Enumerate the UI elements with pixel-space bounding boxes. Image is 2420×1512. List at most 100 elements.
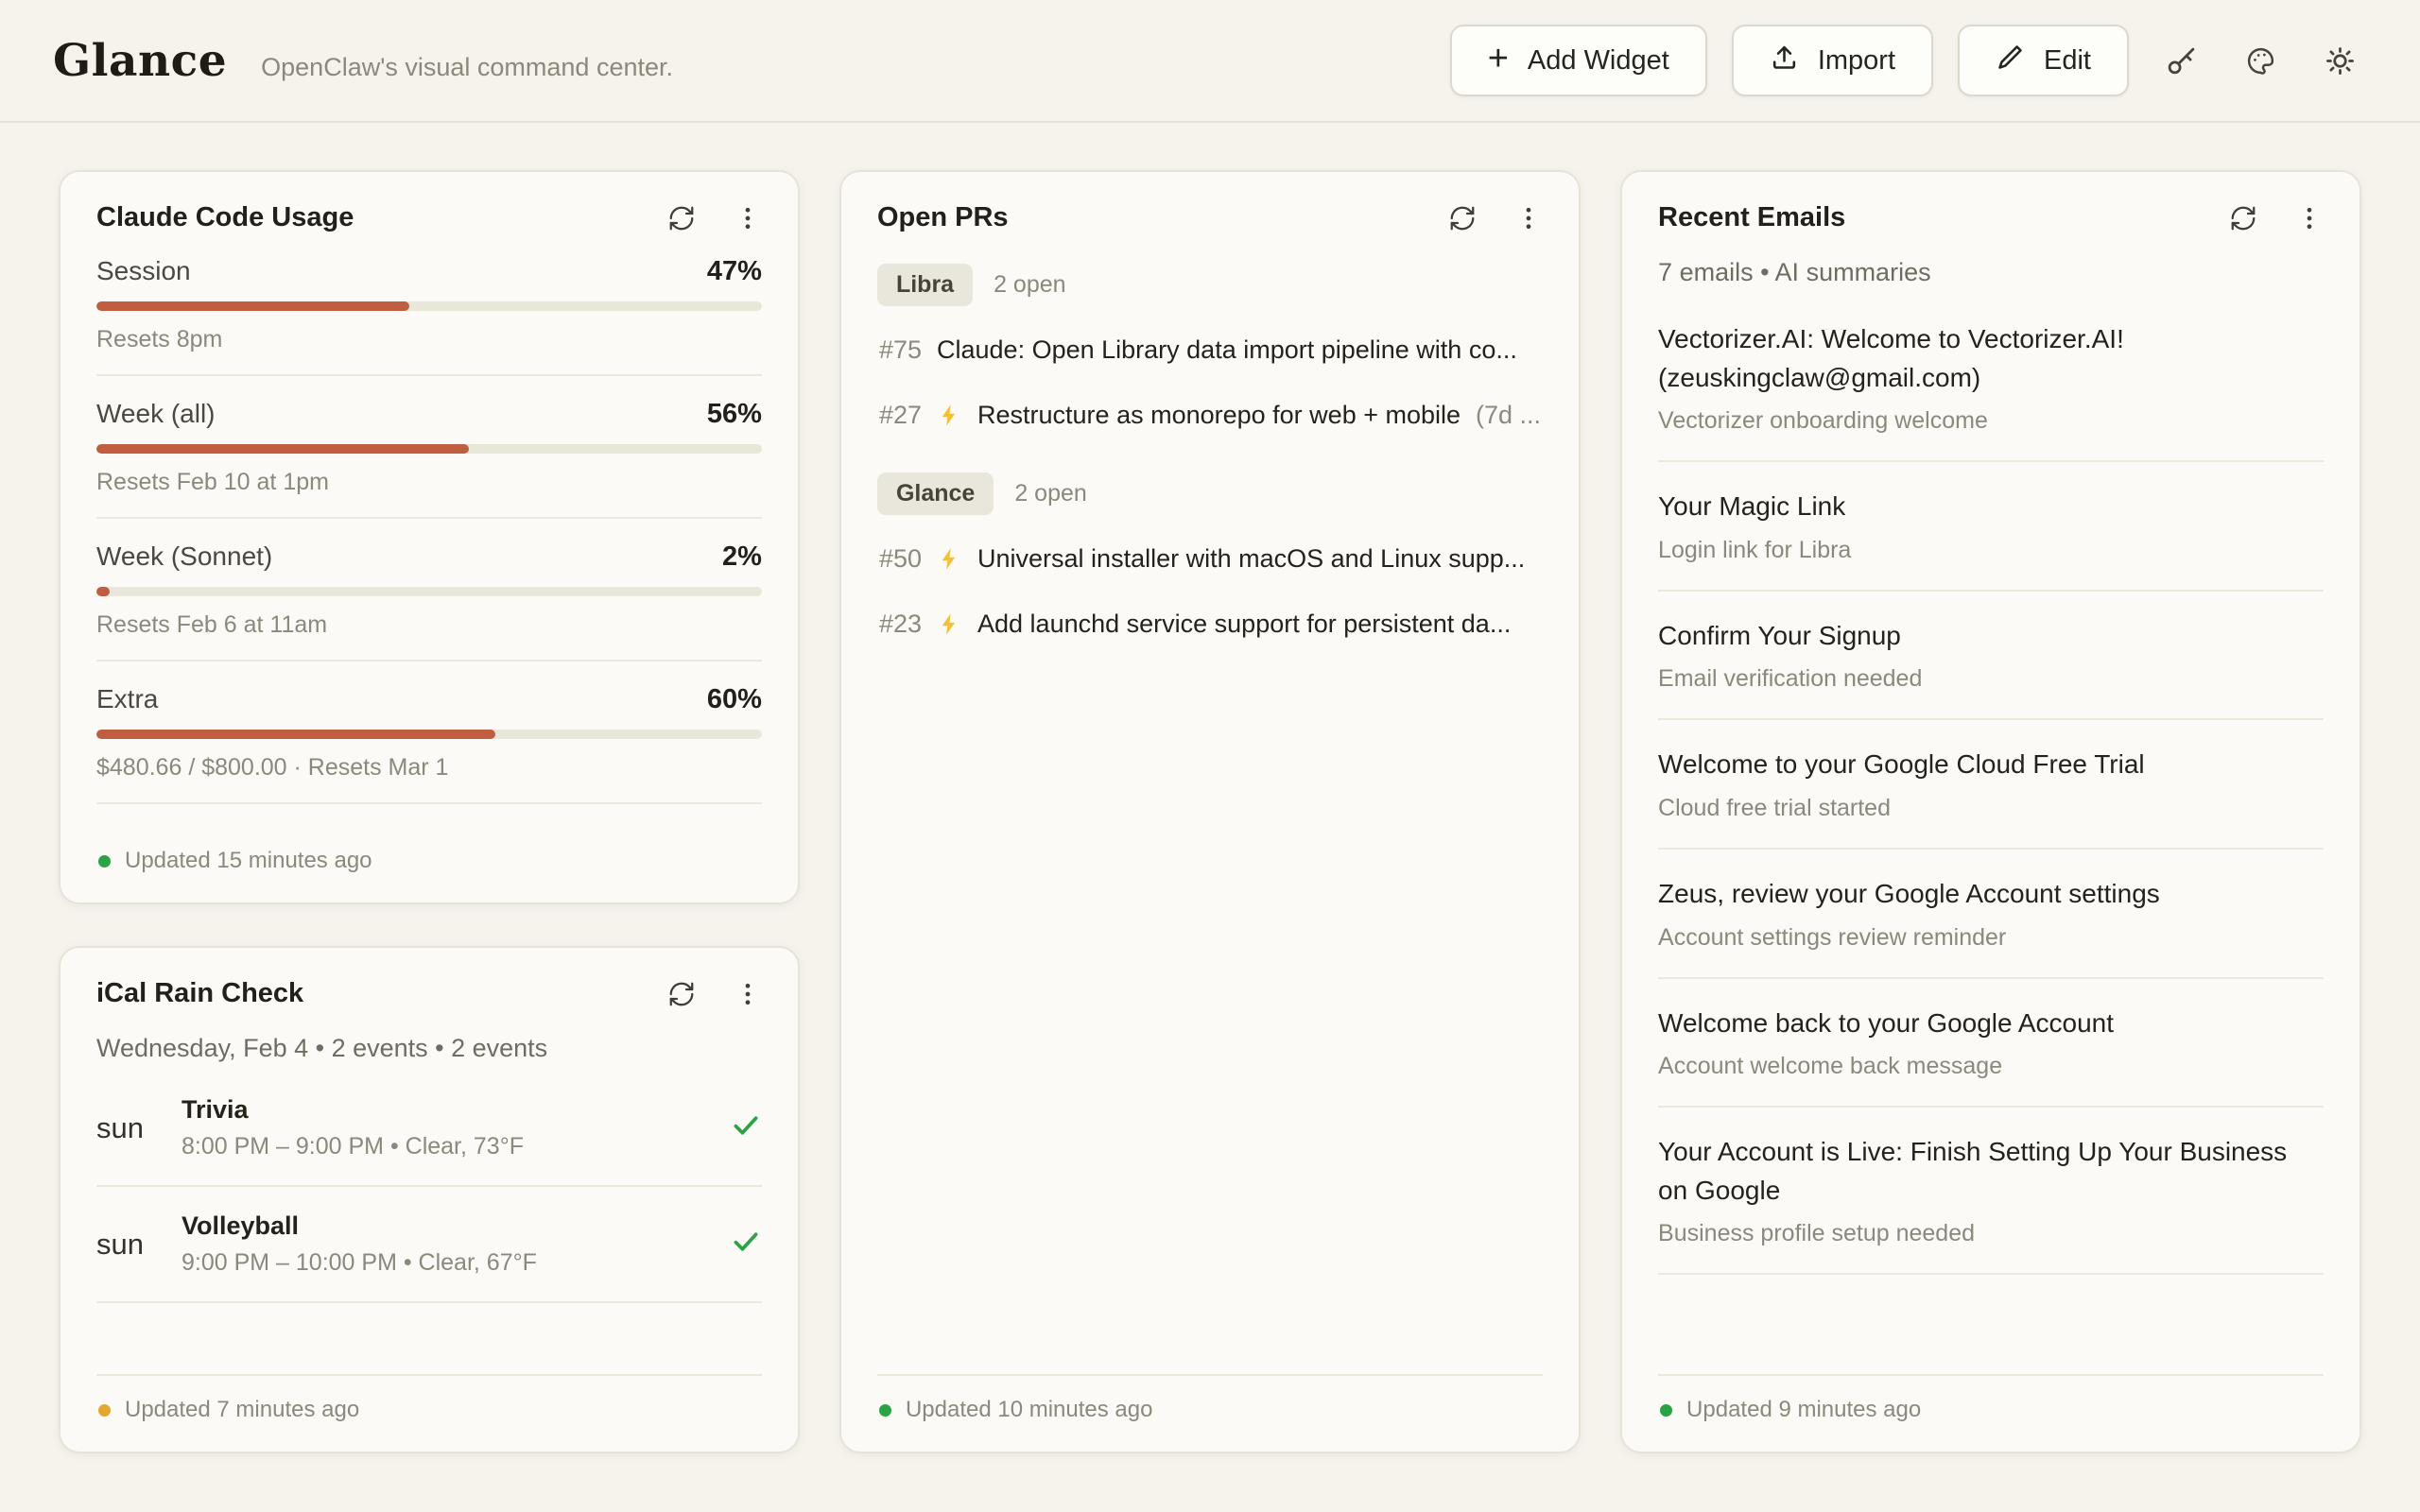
column-1: Claude Code Usage Session 47% Resets 8pm [59,170,800,1453]
refresh-icon[interactable] [667,204,696,232]
key-icon[interactable] [2153,33,2208,88]
event-day: sun [96,1228,182,1262]
event-row: sun Trivia 8:00 PM – 9:00 PM • Clear, 73… [96,1071,762,1187]
kebab-menu-icon[interactable] [2295,204,2324,232]
pr-title: Add launchd service support for persiste… [977,610,1511,639]
add-widget-button[interactable]: + Add Widget [1450,25,1707,96]
repo-badge: Libra [877,264,973,306]
event-detail: 9:00 PM – 10:00 PM • Clear, 67°F [182,1249,537,1277]
pr-count: 2 open [1014,480,1086,507]
refresh-icon[interactable] [2229,204,2257,232]
brand: Glance OpenClaw's visual command center. [53,35,673,87]
widget-ical-rain-check: iCal Rain Check Wednesday, Feb 4 • 2 eve… [59,946,800,1453]
widget-open-prs: Open PRs Libra 2 open #75 Claude: Open L… [839,170,1581,1453]
usage-note: Resets Feb 10 at 1pm [96,469,762,496]
email-title: Your Magic Link [1658,488,2324,526]
pr-row[interactable]: #50 Universal installer with macOS and L… [877,526,1543,592]
pr-number: #50 [879,544,922,574]
email-summary: Login link for Libra [1658,537,2324,564]
edit-button[interactable]: Edit [1958,25,2129,96]
app-logo: Glance [53,35,227,87]
progress-bar [96,444,762,454]
upload-icon [1770,43,1799,79]
pr-row[interactable]: #75 Claude: Open Library data import pip… [877,318,1543,383]
pr-age: (7d ... [1476,401,1541,430]
email-item[interactable]: Zeus, review your Google Account setting… [1658,850,2324,979]
email-item[interactable]: Confirm Your Signup Email verification n… [1658,592,2324,721]
usage-label: Extra [96,684,158,714]
pr-number: #23 [879,610,922,639]
widget-title: iCal Rain Check [96,978,303,1009]
email-summary: Cloud free trial started [1658,795,2324,822]
widget-title: Recent Emails [1658,202,1845,233]
edit-label: Edit [2044,45,2091,77]
import-label: Import [1818,45,1895,77]
email-title: Welcome to your Google Cloud Free Trial [1658,746,2324,784]
palette-icon[interactable] [2233,33,2288,88]
status-dot-green [98,855,111,868]
email-item[interactable]: Vectorizer.AI: Welcome to Vectorizer.AI!… [1658,295,2324,462]
widget-footer: Updated 7 minutes ago [96,1374,762,1431]
header-actions: + Add Widget Import Edit [1450,25,2367,96]
usage-percent: 56% [707,399,762,430]
pr-number: #27 [879,401,922,430]
email-title: Welcome back to your Google Account [1658,1005,2324,1043]
repo-badge: Glance [877,472,994,515]
widget-footer: Updated 15 minutes ago [96,827,762,882]
plus-icon: + [1488,41,1509,77]
usage-note: Resets Feb 6 at 11am [96,611,762,639]
theme-sun-icon[interactable] [2312,33,2367,88]
usage-label: Week (Sonnet) [96,541,272,572]
widget-title: Open PRs [877,202,1009,233]
email-item[interactable]: Your Account is Live: Finish Setting Up … [1658,1108,2324,1275]
progress-bar [96,730,762,739]
widget-footer: Updated 9 minutes ago [1658,1374,2324,1431]
event-title: Trivia [182,1095,524,1125]
email-title: Vectorizer.AI: Welcome to Vectorizer.AI!… [1658,320,2324,397]
add-widget-label: Add Widget [1528,45,1669,77]
email-title: Your Account is Live: Finish Setting Up … [1658,1133,2324,1210]
bolt-icon [937,611,962,637]
app-header: Glance OpenClaw's visual command center.… [0,0,2420,123]
widget-title: Claude Code Usage [96,202,354,233]
usage-percent: 2% [722,541,762,573]
usage-row-session: Session 47% Resets 8pm [96,256,762,376]
email-summary: Vectorizer onboarding welcome [1658,407,2324,435]
pr-title: Universal installer with macOS and Linux… [977,544,1525,574]
status-dot-green [879,1404,891,1417]
kebab-menu-icon[interactable] [734,980,762,1008]
email-item[interactable]: Your Magic Link Login link for Libra [1658,462,2324,592]
dashboard-grid: Claude Code Usage Session 47% Resets 8pm [0,123,2420,1512]
kebab-menu-icon[interactable] [1514,204,1543,232]
email-summary: Account welcome back message [1658,1053,2324,1080]
usage-percent: 47% [707,256,762,287]
import-button[interactable]: Import [1732,25,1933,96]
pencil-icon [1996,43,2025,79]
pr-row[interactable]: #23 Add launchd service support for pers… [877,592,1543,657]
ical-subtitle: Wednesday, Feb 4 • 2 events • 2 events [96,1034,762,1063]
email-summary: Business profile setup needed [1658,1220,2324,1247]
pr-group-header: Glance 2 open [877,472,1543,515]
email-item[interactable]: Welcome back to your Google Account Acco… [1658,979,2324,1108]
status-dot-green [1660,1404,1672,1417]
kebab-menu-icon[interactable] [734,204,762,232]
usage-note: $480.66 / $800.00 · Resets Mar 1 [96,754,762,782]
email-item[interactable]: Welcome to your Google Cloud Free Trial … [1658,720,2324,850]
check-icon [730,1226,762,1263]
pr-row[interactable]: #27 Restructure as monorepo for web + mo… [877,383,1543,448]
pr-group-header: Libra 2 open [877,264,1543,306]
usage-row-week-sonnet: Week (Sonnet) 2% Resets Feb 6 at 11am [96,541,762,662]
updated-text: Updated 7 minutes ago [125,1397,359,1423]
app-subtitle: OpenClaw's visual command center. [261,53,673,82]
refresh-icon[interactable] [1448,204,1477,232]
refresh-icon[interactable] [667,980,696,1008]
usage-label: Week (all) [96,399,216,429]
bolt-icon [937,546,962,572]
status-dot-amber [98,1404,111,1417]
event-day: sun [96,1111,182,1145]
progress-bar [96,301,762,311]
bolt-icon [937,403,962,428]
event-detail: 8:00 PM – 9:00 PM • Clear, 73°F [182,1133,524,1160]
updated-text: Updated 15 minutes ago [125,848,372,874]
usage-row-extra: Extra 60% $480.66 / $800.00 · Resets Mar… [96,684,762,804]
